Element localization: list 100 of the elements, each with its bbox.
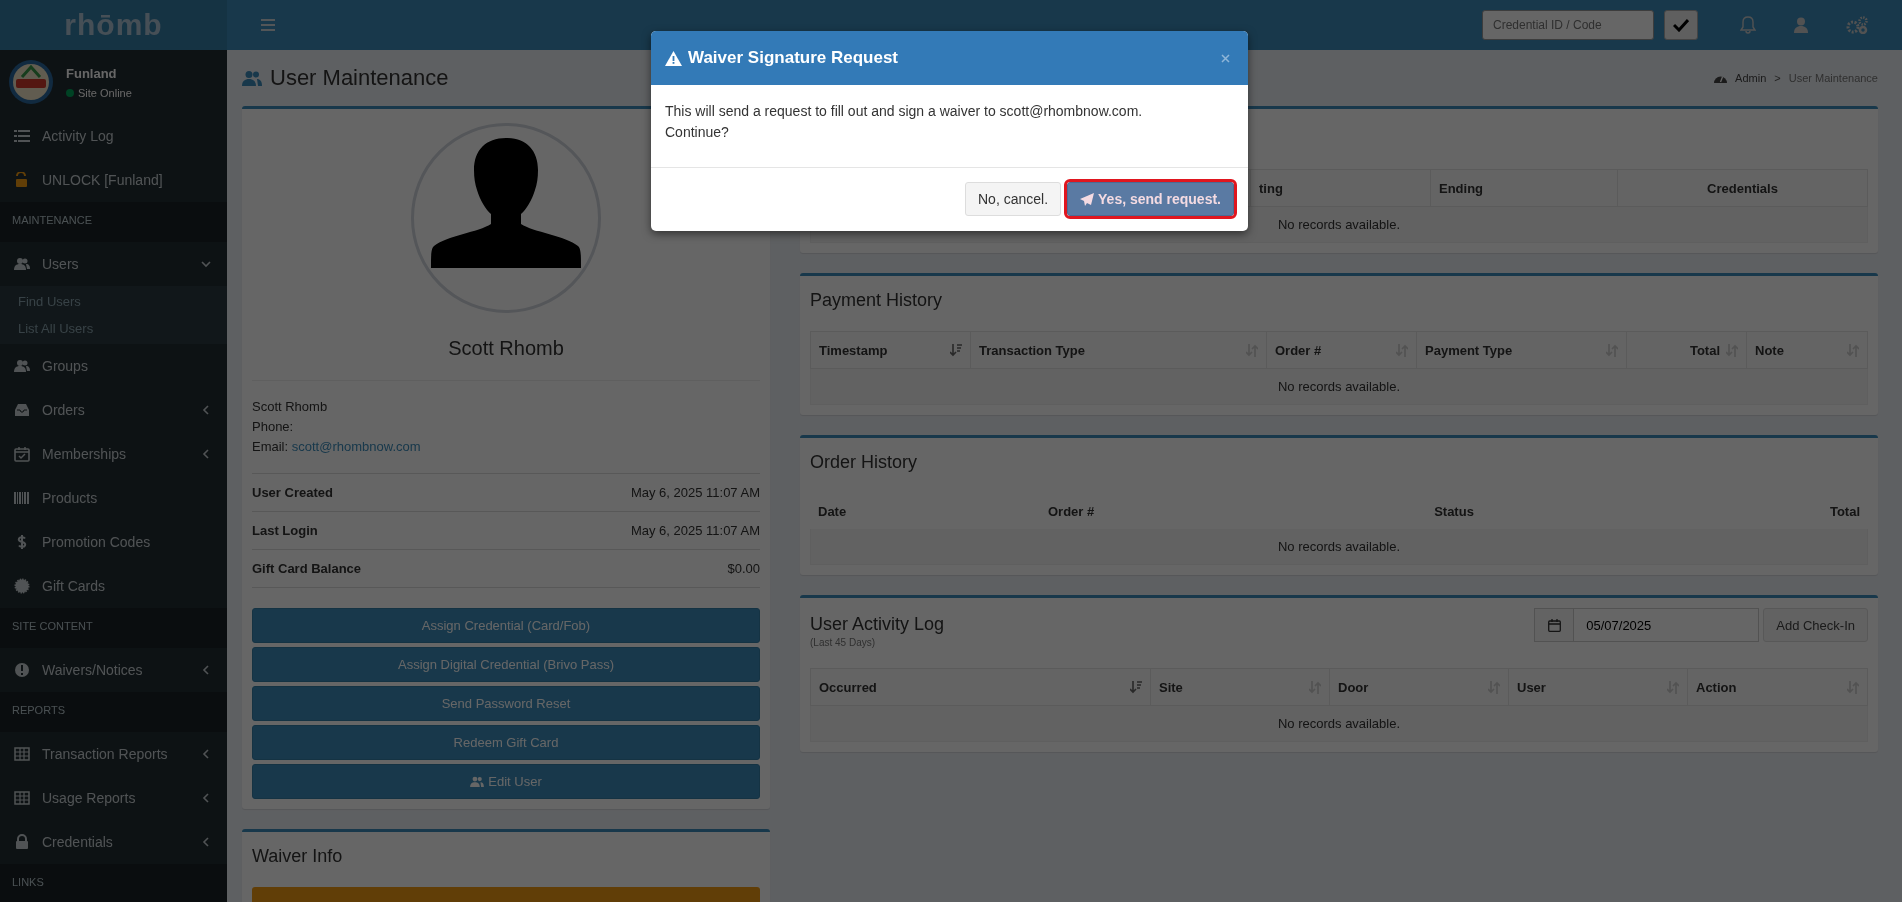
empty-message: No records available. (810, 529, 1868, 565)
chevron-left-icon (201, 449, 211, 459)
breadcrumb-item[interactable]: Admin (1735, 72, 1767, 84)
sidebar-item[interactable]: UNLOCK [Funland] (0, 158, 227, 202)
users-icon (14, 256, 30, 272)
calendar-icon (1547, 618, 1561, 632)
modal-title: Waiver Signature Request (688, 48, 899, 68)
section-label: LINKS (0, 864, 227, 902)
sidebar-item[interactable]: Usage Reports (0, 776, 227, 820)
action-button[interactable]: Assign Digital Credential (Brivo Pass) (252, 647, 760, 682)
email-label: Email: (252, 439, 289, 454)
column-header[interactable]: User (1509, 669, 1688, 705)
site-name: Funland (66, 65, 118, 81)
group-icon (14, 358, 30, 374)
chevron-left-icon (201, 749, 211, 759)
users-icon (242, 70, 262, 86)
column-header[interactable]: Site (1151, 669, 1330, 705)
breadcrumb-separator: > (1774, 72, 1781, 84)
menu-icon[interactable] (261, 19, 275, 31)
sidebar-item[interactable]: Products (0, 476, 227, 520)
chevron-left-icon (201, 665, 211, 675)
column-header[interactable]: Occurred (811, 669, 1151, 705)
user-name: Scott Rhomb (447, 337, 565, 360)
table-icon (14, 746, 30, 762)
fact-value: $0.00 (727, 561, 760, 576)
column-header[interactable]: Transaction Type (971, 332, 1267, 368)
calendar-button[interactable] (1534, 608, 1575, 642)
sidebar-item[interactable]: Promotion Codes (0, 520, 227, 564)
action-button[interactable]: Redeem Gift Card (252, 725, 760, 760)
column-header: Ending (1431, 170, 1618, 206)
column-header[interactable]: Total (1627, 332, 1747, 368)
badge-icon (14, 578, 30, 594)
email-link[interactable]: scott@rhombnow.com (291, 439, 421, 454)
close-icon[interactable] (1221, 53, 1230, 63)
section-label: REPORTS (0, 692, 227, 732)
contact-name: Scott Rhomb (252, 398, 329, 416)
column-header: ting (1251, 170, 1431, 206)
sidebar-item[interactable]: Gift Cards (0, 564, 227, 608)
action-button[interactable]: Assign Credential (Card/Fob) (252, 608, 760, 643)
submit-button[interactable] (1664, 10, 1698, 40)
cancel-button[interactable]: No, cancel. (965, 182, 1062, 216)
calendar-icon (14, 446, 30, 462)
sidebar-item[interactable]: Waivers/Notices (0, 648, 227, 692)
page-title: User Maintenance (270, 65, 449, 91)
action-button[interactable]: Send Password Reset (252, 686, 760, 721)
column-header: Total (1828, 502, 1861, 521)
chevron-left-icon (201, 837, 211, 847)
panel-title: Payment History (810, 290, 944, 311)
fact-value: May 6, 2025 11:07 AM (630, 523, 760, 538)
add-check-in-button[interactable]: Add Check-In (1763, 608, 1868, 642)
column-header[interactable]: Door (1330, 669, 1509, 705)
column-header[interactable]: Note (1747, 332, 1867, 368)
empty-message: No records available. (810, 369, 1868, 405)
sidebar-item[interactable]: Users (0, 242, 227, 286)
fact-label: User Created (252, 485, 333, 500)
sidebar-item[interactable]: Credentials (0, 820, 227, 864)
chevron-left-icon (201, 405, 211, 415)
panel-title: Waiver Info (252, 846, 344, 867)
fact-value: May 6, 2025 11:07 AM (630, 485, 760, 500)
section-label: MAINTENANCE (0, 202, 227, 242)
modal-message: Continue? (665, 123, 730, 142)
column-header[interactable]: Action (1688, 669, 1867, 705)
column-header[interactable]: Order # (1267, 332, 1417, 368)
settings-icon[interactable] (1846, 16, 1868, 34)
warning-icon (665, 50, 682, 66)
site-status: Site Online (78, 86, 132, 99)
inbox-icon (14, 402, 30, 418)
site-logo-icon (8, 59, 54, 105)
column-header: Status (1433, 502, 1475, 521)
sidebar-item[interactable]: Orders (0, 388, 227, 432)
sidebar-item[interactable]: Activity Log (0, 114, 227, 158)
sidebar-item[interactable]: Memberships (0, 432, 227, 476)
fact-label: Gift Card Balance (252, 561, 362, 576)
empty-message: No records available. (810, 706, 1868, 742)
column-header: Order # (1047, 502, 1096, 521)
sidebar-item[interactable]: Groups (0, 344, 227, 388)
exclamation-icon (14, 662, 30, 678)
sort-descending-icon[interactable] (1130, 680, 1142, 694)
panel-title: Order History (810, 452, 918, 473)
panel-title: User Activity Log (810, 614, 945, 635)
fact-label: Last Login (252, 523, 318, 538)
padlock-icon (14, 172, 30, 188)
column-header: Date (817, 502, 848, 521)
column-header[interactable]: Payment Type (1417, 332, 1627, 368)
column-header[interactable]: Timestamp (811, 332, 971, 368)
table-icon (14, 790, 30, 806)
list-icon (14, 128, 30, 144)
sidebar-item[interactable]: Transaction Reports (0, 732, 227, 776)
action-button[interactable]: Edit User (252, 764, 760, 799)
users-icon (470, 776, 485, 787)
phone-label: Phone: (252, 418, 295, 436)
bell-icon[interactable] (1740, 16, 1756, 34)
chevron-left-icon (201, 793, 211, 803)
barcode-icon (14, 490, 30, 506)
user-icon[interactable] (1794, 17, 1808, 33)
modal-message: This will send a request to fill out and sign a waiver to scott@rhombnow.com. (665, 102, 1144, 121)
send-request-button[interactable]: Yes, send request. (1067, 182, 1234, 216)
section-label: SITE CONTENT (0, 608, 227, 648)
sort-descending-icon[interactable] (950, 343, 962, 357)
date-field[interactable]: 05/07/2025 (1574, 608, 1760, 642)
